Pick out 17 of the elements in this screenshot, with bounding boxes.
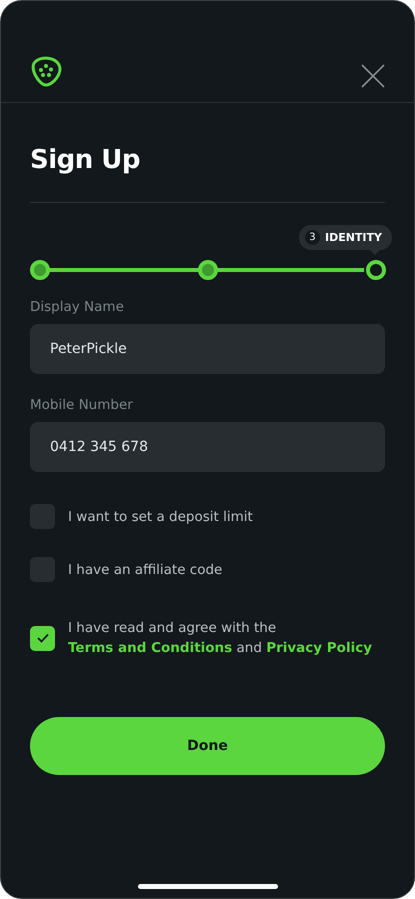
- checkbox[interactable]: [30, 626, 55, 650]
- checkbox-label: I have read and agree with the Terms and Conditions and Privacy Policy: [68, 619, 372, 658]
- link[interactable]: Terms and Conditions: [68, 640, 232, 656]
- page-title: Sign Up: [30, 144, 142, 177]
- logo-icon: [29, 54, 63, 88]
- field-label: Mobile Number: [30, 397, 133, 413]
- checkbox-label: I have an affiliate code: [68, 560, 222, 580]
- step-label: IDENTITY: [324, 231, 382, 244]
- check-icon: [36, 633, 48, 643]
- done-button[interactable]: Done: [30, 717, 385, 775]
- field-label: Display Name: [30, 299, 124, 315]
- checkbox-label: I want to set a deposit limit: [68, 508, 253, 526]
- input-field[interactable]: PeterPickle: [30, 324, 385, 374]
- close-icon[interactable]: [361, 64, 385, 88]
- input-field[interactable]: 0412 345 678: [30, 422, 385, 472]
- step-number: 3: [304, 230, 320, 245]
- link[interactable]: Privacy Policy: [266, 640, 372, 656]
